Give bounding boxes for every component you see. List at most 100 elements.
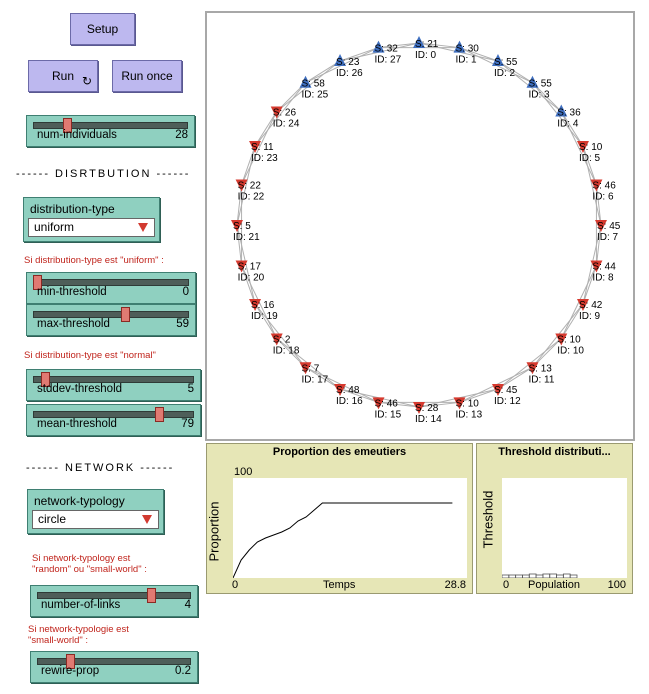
- histogram-bar: [562, 573, 571, 579]
- agent-threshold-label: S: 23: [336, 57, 360, 68]
- setup-button[interactable]: Setup: [70, 13, 135, 45]
- agent-threshold-label: S: 28: [415, 403, 439, 414]
- chooser-value: uniform: [34, 220, 75, 234]
- num-individuals-slider[interactable]: num-individuals 28: [26, 115, 195, 147]
- chooser-select[interactable]: uniform: [28, 218, 155, 237]
- slider-track[interactable]: [33, 376, 194, 383]
- note-random-small-world: Si network-typology est "random" ou "sma…: [32, 553, 147, 575]
- agent-threshold-label: S: 55: [494, 57, 518, 68]
- chooser-select[interactable]: circle: [32, 510, 159, 529]
- agent-threshold-label: S: 10: [557, 334, 581, 345]
- agent-threshold-label: S: 17: [238, 261, 262, 272]
- plot-area: [501, 478, 627, 579]
- agent-id-label: ID: 15: [375, 409, 402, 420]
- agent-id-label: ID: 17: [302, 374, 329, 385]
- histogram-bar: [535, 574, 544, 579]
- slider-track[interactable]: [33, 122, 188, 129]
- distribution-section-header: ------ DISRTBUTION ------: [16, 168, 191, 180]
- min-threshold-slider[interactable]: min-threshold 0: [26, 272, 196, 304]
- histogram-bar: [542, 573, 551, 579]
- stddev-threshold-slider[interactable]: stddev-threshold 5: [26, 369, 201, 401]
- slider-label: rewire-prop: [41, 665, 100, 677]
- network-section-header: ------ NETWORK ------: [26, 462, 175, 474]
- slider-track[interactable]: [37, 658, 191, 665]
- agent-id-label: ID: 14: [415, 414, 442, 425]
- agent-id-label: ID: 21: [233, 232, 260, 243]
- histogram-bar: [549, 573, 557, 579]
- slider-value: 0: [182, 286, 189, 298]
- slider-track[interactable]: [37, 592, 191, 599]
- plot-ylabel: Threshold: [480, 490, 496, 549]
- note-normal: Si distribution-type est "normal": [24, 350, 156, 361]
- distribution-type-chooser[interactable]: distribution-type uniform: [23, 197, 160, 242]
- agent-id-label: ID: 10: [557, 345, 584, 356]
- agent-threshold-label: S: 2: [273, 334, 291, 345]
- agent-id-label: ID: 12: [494, 396, 521, 407]
- agent-threshold-label: S: 36: [557, 108, 581, 119]
- agent-id-label: ID: 7: [597, 232, 619, 243]
- agent-threshold-label: S: 10: [579, 142, 603, 153]
- slider-thumb[interactable]: [120, 307, 130, 322]
- threshold-histogram: [501, 573, 578, 579]
- run-button[interactable]: Run ↻: [28, 60, 98, 92]
- world-view[interactable]: S: 21 ID: 0 S: 30 ID: 1 S: 55 ID: 2 S: 55 ID: 3…: [205, 11, 635, 441]
- histogram-bar: [522, 574, 530, 579]
- histogram-bar: [515, 574, 523, 579]
- plot-area: [232, 478, 467, 579]
- note-small-world: Si network-typologie est "small-world" :: [28, 624, 129, 646]
- network-typology-chooser[interactable]: network-typology circle: [27, 489, 164, 534]
- agent-id-label: ID: 27: [375, 55, 402, 66]
- plot-xlabel: Temps: [323, 579, 356, 591]
- agent-threshold-label: S: 5: [233, 221, 251, 232]
- agent-threshold-label: S: 13: [528, 363, 552, 374]
- network-graph: S: 21ID: 0S: 30ID: 1 S: 55ID: 2S: 55ID: 3…: [231, 36, 621, 425]
- max-threshold-slider[interactable]: max-threshold 59: [26, 304, 196, 336]
- agent-threshold-label: S: 58: [302, 79, 326, 90]
- slider-track[interactable]: [33, 311, 189, 318]
- slider-track[interactable]: [33, 279, 189, 286]
- slider-value: 79: [181, 418, 194, 430]
- agent-id-label: ID: 5: [579, 153, 601, 164]
- histogram-bar: [569, 574, 578, 579]
- proportion-line-chart: [232, 502, 453, 579]
- plot-title: Threshold distributi...: [498, 446, 611, 458]
- plot-xmin: 0: [503, 579, 510, 591]
- agent-threshold-label: S: 44: [592, 261, 616, 272]
- threshold-distribution-plot: Threshold distributi... Threshold 0 Popu…: [476, 443, 633, 594]
- agent-id-label: ID: 13: [455, 409, 482, 420]
- agent-id-label: ID: 2: [494, 68, 516, 79]
- slider-label: num-individuals: [37, 129, 117, 141]
- rewire-prop-slider[interactable]: rewire-prop 0.2: [30, 651, 198, 683]
- slider-label: number-of-links: [41, 599, 121, 611]
- dropdown-arrow-icon: [138, 223, 148, 232]
- slider-track[interactable]: [33, 411, 194, 418]
- plot-ymax: 100: [234, 466, 253, 478]
- agent-id-label: ID: 8: [592, 272, 614, 283]
- agent-threshold-label: S: 11: [251, 142, 274, 153]
- run-once-button[interactable]: Run once: [112, 60, 182, 92]
- agent-threshold-label: S: 16: [251, 300, 275, 311]
- agent-threshold-label: S: 48: [336, 385, 360, 396]
- chooser-value: circle: [38, 512, 67, 526]
- agent-threshold-label: S: 42: [579, 300, 603, 311]
- note-uniform: Si distribution-type est "uniform" :: [24, 255, 164, 266]
- agent-id-label: ID: 4: [557, 119, 579, 130]
- slider-thumb[interactable]: [154, 407, 164, 422]
- agent-threshold-label: S: 21: [415, 39, 439, 50]
- agent-id-label: ID: 19: [251, 311, 278, 322]
- slider-value: 28: [175, 129, 188, 141]
- chooser-label: distribution-type: [30, 202, 115, 216]
- agent-id-label: ID: 9: [579, 311, 601, 322]
- agent-id-label: ID: 25: [302, 90, 329, 101]
- plot-xmin: 0: [232, 579, 239, 591]
- agent-id-label: ID: 26: [336, 68, 363, 79]
- mean-threshold-slider[interactable]: mean-threshold 79: [26, 404, 201, 436]
- agent-id-label: ID: 1: [455, 55, 477, 66]
- agent-id-label: ID: 6: [592, 192, 614, 203]
- slider-thumb[interactable]: [147, 588, 157, 603]
- number-of-links-slider[interactable]: number-of-links 4: [30, 585, 198, 617]
- slider-label: max-threshold: [37, 318, 110, 330]
- plot-xmax: 100: [607, 579, 626, 591]
- forever-icon: ↻: [81, 74, 92, 88]
- slider-label: mean-threshold: [37, 418, 117, 430]
